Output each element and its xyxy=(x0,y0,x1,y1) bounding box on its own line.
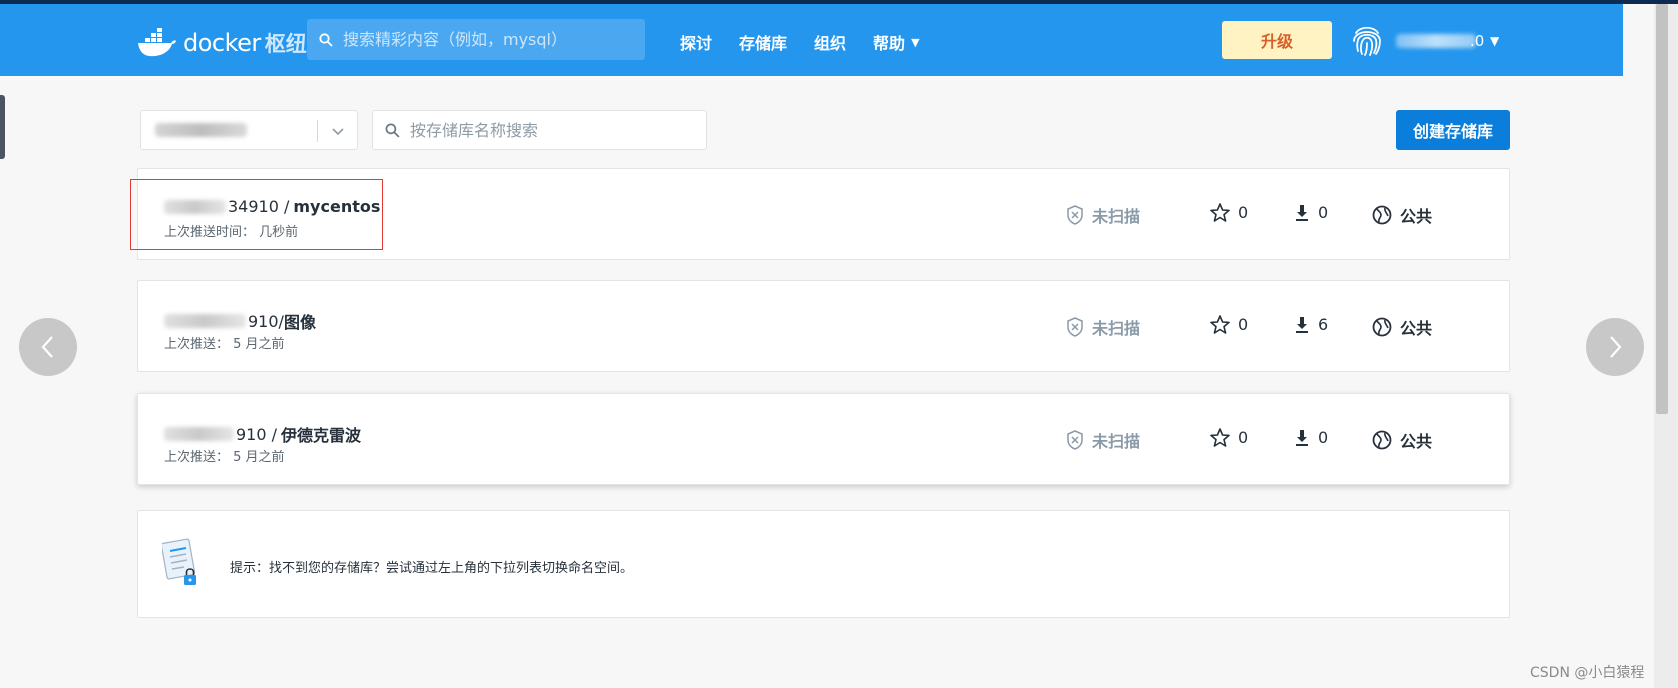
navbar: docker 枢纽 探讨 存储库 组织 帮助 ▼ 升级 .0 ▼ xyxy=(0,4,1623,76)
visibility: 公共 xyxy=(1372,203,1432,227)
repo-owner: 910/ xyxy=(248,311,284,331)
namespace-select[interactable] xyxy=(140,110,358,150)
download-icon xyxy=(1296,316,1308,333)
shield-x-icon xyxy=(1067,430,1083,450)
star-count: 0 xyxy=(1210,203,1248,222)
nav-links: 探讨 存储库 组织 帮助 ▼ xyxy=(680,30,947,54)
repo-last-pushed: 上次推送： 5 月之前 xyxy=(164,337,285,352)
search-icon xyxy=(385,123,400,138)
pull-count-value: 0 xyxy=(1318,428,1329,447)
watermark: CSDN @小白猿程 xyxy=(1530,665,1645,681)
visibility-label: 公共 xyxy=(1400,319,1433,338)
owner-redacted xyxy=(164,314,246,328)
fingerprint-avatar-icon[interactable] xyxy=(1348,21,1386,59)
pull-count: 0 xyxy=(1294,203,1328,222)
scan-status-label: 未扫描 xyxy=(1092,432,1141,451)
carousel-prev-button[interactable] xyxy=(19,318,77,376)
repo-card[interactable]: 910 / 伊德克雷波 上次推送： 5 月之前 未扫描 0 0 公共 xyxy=(137,393,1510,485)
star-count: 0 xyxy=(1210,428,1248,447)
pull-count: 0 xyxy=(1294,428,1328,447)
repo-search[interactable] xyxy=(372,110,707,150)
nav-link-help[interactable]: 帮助 ▼ xyxy=(873,30,919,54)
tip-text: 提示：找不到您的存储库？尝试通过左上角的下拉列表切换命名空间。 xyxy=(230,561,634,576)
tip-card: 提示：找不到您的存储库？尝试通过左上角的下拉列表切换命名空间。 xyxy=(137,510,1510,618)
repo-search-input[interactable] xyxy=(410,120,690,140)
chevron-right-icon xyxy=(1610,336,1622,358)
star-count: 0 xyxy=(1210,315,1248,334)
repo-last-pushed: 上次推送： 5 月之前 xyxy=(164,450,285,465)
star-icon xyxy=(1210,428,1230,447)
docker-logo[interactable]: docker 枢纽 xyxy=(137,26,307,60)
repo-owner: 910 / xyxy=(236,424,278,444)
repo-owner: 34910 / xyxy=(228,197,290,216)
upgrade-button[interactable]: 升级 xyxy=(1222,21,1332,59)
caret-down-icon: ▼ xyxy=(911,35,920,49)
create-repository-button[interactable]: 创建存储库 xyxy=(1396,110,1510,150)
shield-x-icon xyxy=(1067,317,1083,337)
scan-status: 未扫描 xyxy=(1066,428,1140,452)
repo-name[interactable]: 34910 / mycentos xyxy=(164,197,380,216)
repo-title: mycentos xyxy=(293,197,381,216)
scan-status-label: 未扫描 xyxy=(1092,319,1141,338)
scrollbar-thumb[interactable] xyxy=(1656,4,1668,414)
repo-name[interactable]: 910/ 图像 xyxy=(164,309,316,333)
chevron-down-icon xyxy=(332,128,344,136)
star-icon xyxy=(1210,315,1230,334)
visibility-label: 公共 xyxy=(1400,207,1433,226)
nav-link-repositories[interactable]: 存储库 xyxy=(739,30,787,54)
repo-title: 图像 xyxy=(283,313,316,332)
search-icon xyxy=(319,32,333,47)
scan-status: 未扫描 xyxy=(1066,203,1140,227)
repo-title: 伊德克雷波 xyxy=(281,426,362,445)
repo-name[interactable]: 910 / 伊德克雷波 xyxy=(164,422,361,446)
visibility: 公共 xyxy=(1372,315,1432,339)
logo-text: docker xyxy=(183,29,261,57)
username-suffix: .0 xyxy=(1470,32,1485,50)
shield-x-icon xyxy=(1067,205,1083,225)
user-menu-caret-icon[interactable]: ▼ xyxy=(1490,34,1499,48)
pull-count-value: 0 xyxy=(1318,203,1329,222)
document-lock-icon xyxy=(162,538,196,585)
nav-link-help-label: 帮助 xyxy=(873,34,906,53)
chevron-left-icon xyxy=(41,336,53,358)
star-icon xyxy=(1210,203,1230,222)
visibility: 公共 xyxy=(1372,428,1432,452)
star-count-value: 0 xyxy=(1238,428,1249,447)
globe-icon xyxy=(1372,205,1392,225)
visibility-label: 公共 xyxy=(1400,432,1433,451)
star-count-value: 0 xyxy=(1238,203,1249,222)
download-icon xyxy=(1296,204,1308,221)
download-icon xyxy=(1296,429,1308,446)
pull-count-value: 6 xyxy=(1318,315,1329,334)
pull-count: 6 xyxy=(1294,315,1328,334)
docker-whale-icon xyxy=(138,28,176,57)
carousel-next-button[interactable] xyxy=(1586,318,1644,376)
star-count-value: 0 xyxy=(1238,315,1249,334)
global-search[interactable] xyxy=(307,19,645,60)
scan-status-label: 未扫描 xyxy=(1092,207,1141,226)
namespace-redacted xyxy=(155,123,247,137)
repo-card[interactable]: 34910 / mycentos 上次推送时间： 几秒前 未扫描 0 0 公共 xyxy=(137,168,1510,260)
username-redacted xyxy=(1396,34,1476,48)
repo-card[interactable]: 910/ 图像 上次推送： 5 月之前 未扫描 0 6 公共 xyxy=(137,280,1510,372)
owner-redacted xyxy=(164,427,234,441)
repo-last-pushed: 上次推送时间： 几秒前 xyxy=(164,225,299,240)
globe-icon xyxy=(1372,430,1392,450)
globe-icon xyxy=(1372,317,1392,337)
side-tab-handle[interactable] xyxy=(0,95,5,159)
nav-link-explore[interactable]: 探讨 xyxy=(680,30,712,54)
select-divider xyxy=(317,120,318,142)
global-search-input[interactable] xyxy=(343,30,623,49)
owner-redacted xyxy=(164,199,226,214)
nav-link-organizations[interactable]: 组织 xyxy=(814,30,846,54)
scan-status: 未扫描 xyxy=(1066,315,1140,339)
logo-subtitle: 枢纽 xyxy=(264,32,307,56)
